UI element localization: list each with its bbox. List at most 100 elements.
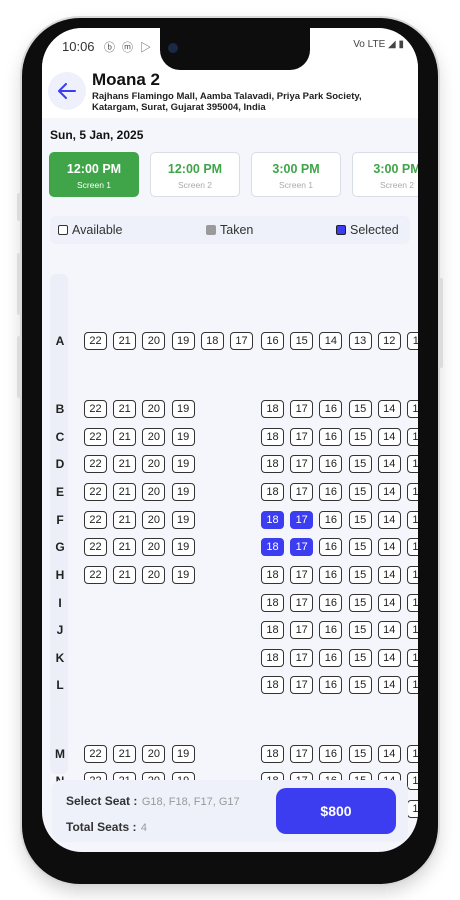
pay-button[interactable]: $800	[276, 788, 396, 834]
seat[interactable]: 14	[377, 400, 401, 418]
seat[interactable]: 18	[261, 455, 284, 473]
showtime-slot[interactable]: 12:00 PM Screen 1	[49, 152, 139, 197]
seat[interactable]: 14	[377, 483, 401, 501]
seat[interactable]: 21	[113, 483, 137, 501]
seat[interactable]: 13	[407, 400, 418, 418]
seat[interactable]: 17	[290, 594, 314, 612]
seat[interactable]: 16	[319, 511, 343, 529]
seat[interactable]: 16	[319, 649, 343, 667]
seat[interactable]: 20	[142, 483, 166, 501]
seat[interactable]: 17	[230, 332, 253, 350]
seat-selected[interactable]: 17	[290, 538, 314, 556]
seat[interactable]: 19	[171, 566, 195, 584]
seat[interactable]: 22	[84, 483, 107, 501]
seat[interactable]: 20	[142, 745, 166, 763]
seat[interactable]: 13	[407, 621, 418, 639]
seat[interactable]: 18	[261, 428, 284, 446]
seat[interactable]: 15	[290, 332, 314, 350]
seat[interactable]: 20	[142, 538, 166, 556]
seat-selected[interactable]: 18	[261, 538, 284, 556]
seat[interactable]: 18	[261, 676, 284, 694]
seat[interactable]: 16	[261, 332, 284, 350]
seat[interactable]: 12	[377, 332, 401, 350]
seat[interactable]: 18	[261, 594, 284, 612]
seat[interactable]: 21	[113, 428, 137, 446]
seat[interactable]: 20	[142, 566, 166, 584]
seat[interactable]: 22	[84, 566, 107, 584]
seat[interactable]: 15	[348, 511, 372, 529]
seat[interactable]: 14	[377, 649, 401, 667]
seat[interactable]: 20	[142, 428, 166, 446]
seat[interactable]: 21	[113, 332, 137, 350]
seat[interactable]: 17	[290, 566, 314, 584]
seat[interactable]: 14	[377, 566, 401, 584]
seat[interactable]: 16	[319, 455, 343, 473]
seat[interactable]: 13	[348, 332, 372, 350]
seat[interactable]: 17	[290, 428, 314, 446]
seat[interactable]: 15	[348, 621, 372, 639]
seat[interactable]: 18	[261, 400, 284, 418]
seat[interactable]: 18	[261, 745, 284, 763]
seat[interactable]: 18	[261, 566, 284, 584]
seat[interactable]: 19	[171, 455, 195, 473]
seat[interactable]: 13	[407, 649, 418, 667]
seat[interactable]: 14	[377, 428, 401, 446]
seat-selected[interactable]: 18	[261, 511, 284, 529]
seat[interactable]: 19	[171, 745, 195, 763]
seat[interactable]: 17	[290, 400, 314, 418]
seat[interactable]: 15	[348, 745, 372, 763]
seat[interactable]: 21	[113, 566, 137, 584]
showtime-slot[interactable]: 12:00 PM Screen 2	[150, 152, 240, 197]
seat[interactable]: 21	[113, 455, 137, 473]
seat[interactable]: 13	[407, 676, 418, 694]
seat[interactable]: 22	[84, 538, 107, 556]
seat[interactable]: 19	[171, 400, 195, 418]
seat[interactable]: 22	[84, 511, 107, 529]
seat[interactable]: 14	[319, 332, 343, 350]
seat[interactable]: 14	[377, 511, 401, 529]
seat[interactable]: 15	[348, 400, 372, 418]
seat[interactable]: 22	[84, 428, 107, 446]
seat[interactable]: 18	[261, 483, 284, 501]
seat[interactable]: 21	[113, 538, 137, 556]
seat[interactable]: 13	[407, 745, 418, 763]
seat[interactable]: 13	[407, 511, 418, 529]
seat[interactable]: 19	[171, 428, 195, 446]
showtime-slot[interactable]: 3:00 PM Screen 1	[251, 152, 341, 197]
seat[interactable]: 20	[142, 455, 166, 473]
seat[interactable]: 16	[319, 676, 343, 694]
seat[interactable]: 13	[407, 428, 418, 446]
seat[interactable]: 13	[407, 566, 418, 584]
seat[interactable]: 11	[407, 332, 418, 350]
seat[interactable]: 15	[348, 566, 372, 584]
seat[interactable]: 13	[407, 538, 418, 556]
seat[interactable]: 15	[348, 676, 372, 694]
seat[interactable]: 19	[171, 511, 195, 529]
seat[interactable]: 15	[348, 455, 372, 473]
seat[interactable]: 16	[319, 400, 343, 418]
back-button[interactable]	[48, 72, 86, 110]
seat[interactable]: 21	[113, 745, 137, 763]
seat[interactable]: 17	[290, 745, 314, 763]
seat[interactable]: 13	[407, 772, 418, 790]
seat[interactable]: 14	[377, 538, 401, 556]
seat[interactable]: 17	[290, 649, 314, 667]
seat[interactable]: 14	[377, 621, 401, 639]
seat-selected[interactable]: 17	[290, 511, 314, 529]
seat[interactable]: 15	[348, 649, 372, 667]
seat[interactable]: 19	[171, 538, 195, 556]
seat[interactable]: 17	[290, 483, 314, 501]
seat[interactable]: 15	[348, 483, 372, 501]
seat[interactable]: 18	[261, 649, 284, 667]
seat[interactable]: 16	[319, 566, 343, 584]
seat[interactable]: 13	[407, 594, 418, 612]
seat[interactable]: 16	[319, 594, 343, 612]
seat[interactable]: 21	[113, 400, 137, 418]
seat[interactable]: 22	[84, 455, 107, 473]
seat[interactable]: 21	[113, 511, 137, 529]
seat[interactable]: 17	[290, 676, 314, 694]
seat[interactable]: 15	[348, 428, 372, 446]
showtime-slot[interactable]: 3:00 PM Screen 2	[352, 152, 418, 197]
seat[interactable]: 18	[261, 621, 284, 639]
seat[interactable]: 22	[84, 745, 107, 763]
